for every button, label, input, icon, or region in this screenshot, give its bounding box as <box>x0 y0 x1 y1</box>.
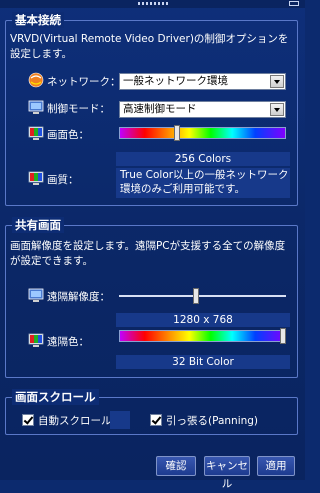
network-label: ネットワーク： <box>47 76 121 88</box>
quality-note: True Color以上の一般ネットワーク環境のみご利用可能です。 <box>116 168 290 198</box>
remote-resolution-value: 1280 x 768 <box>116 313 290 327</box>
remote-color-icon <box>28 333 44 347</box>
remote-resolution-icon <box>28 288 44 302</box>
screen-color-value: 256 Colors <box>116 152 290 166</box>
auto-scroll-label-bg <box>110 411 130 429</box>
screen-color-label: 画面色： <box>47 129 89 141</box>
remote-resolution-slider-track[interactable] <box>119 295 286 297</box>
shared-screen-title: 共有画面 <box>12 217 64 233</box>
remote-resolution-label: 遠隔解像度： <box>47 291 110 303</box>
cancel-button[interactable]: キャンセル <box>204 456 250 490</box>
remote-resolution-slider-thumb[interactable] <box>193 288 199 304</box>
screen-color-spectrum[interactable] <box>119 127 286 139</box>
remote-color-spectrum[interactable] <box>119 330 286 342</box>
control-mode-icon <box>28 100 44 114</box>
screen-color-slider-thumb[interactable] <box>174 125 180 141</box>
remote-color-value: 32 Bit Color <box>116 355 290 369</box>
grip-dots <box>138 2 168 5</box>
quality-icon <box>28 171 44 185</box>
chevron-down-icon[interactable] <box>270 75 284 88</box>
apply-button[interactable]: 適用 <box>257 456 295 476</box>
title-grip[interactable] <box>0 0 305 8</box>
minimize-icon[interactable] <box>289 1 299 6</box>
screen-scroll-title: 画面スクロール <box>12 389 99 405</box>
panning-checkbox[interactable] <box>150 414 162 426</box>
shared-screen-description: 画面解像度を設定します。遠隔PCが支援する全ての解像度が設定できます。 <box>10 240 286 267</box>
quality-label: 画質： <box>47 174 79 186</box>
remote-color-label: 遠隔色： <box>47 336 89 348</box>
control-mode-select[interactable]: 高速制御モード <box>119 101 286 118</box>
auto-scroll-label: 自動スクロール <box>38 415 112 427</box>
auto-scroll-checkbox[interactable] <box>22 414 34 426</box>
network-select[interactable]: 一般ネットワーク環境 <box>119 73 286 90</box>
remote-color-slider-thumb[interactable] <box>280 328 286 344</box>
network-select-value: 一般ネットワーク環境 <box>123 75 228 87</box>
ok-button[interactable]: 確認 <box>156 456 196 476</box>
control-mode-select-value: 高速制御モード <box>123 103 197 115</box>
dialog-window: 基本接続 VRVD(Virtual Remote Video Driver)の制… <box>0 0 305 490</box>
basic-connection-description: VRVD(Virtual Remote Video Driver)の制御オプショ… <box>10 33 289 60</box>
chevron-down-icon[interactable] <box>270 103 284 116</box>
basic-connection-title: 基本接続 <box>12 12 64 28</box>
panning-label: 引っ張る(Panning) <box>166 415 259 427</box>
control-mode-label: 制御モード： <box>47 103 110 115</box>
network-icon <box>28 72 44 88</box>
screen-color-icon <box>28 126 44 140</box>
